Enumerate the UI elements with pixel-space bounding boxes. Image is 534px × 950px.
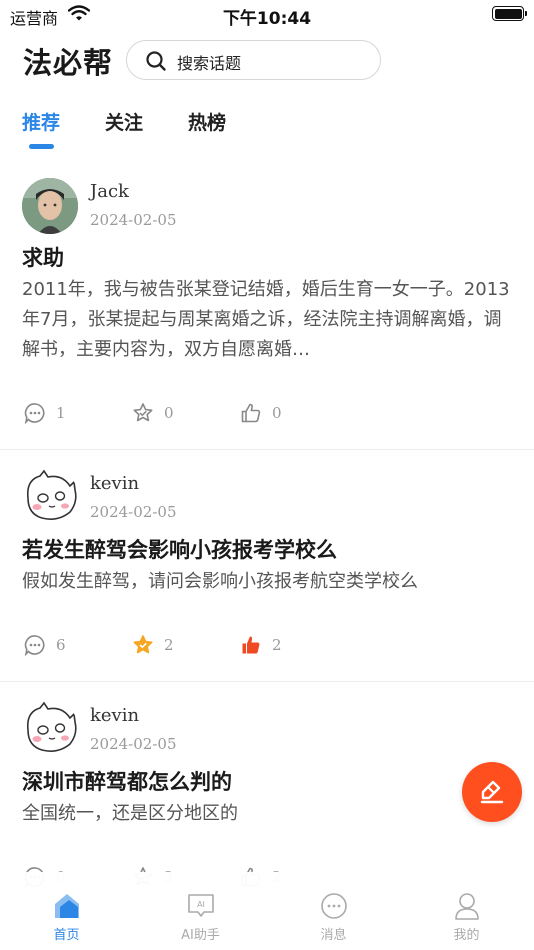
post-body[interactable]: 全国统一，还是区分地区的 [22, 799, 512, 829]
tab-trending[interactable]: 热榜 [188, 108, 226, 135]
username[interactable]: kevin [90, 473, 139, 494]
like-button[interactable]: 2 [240, 634, 282, 656]
favorite-icon [133, 403, 153, 422]
clock: 下午10:44 [222, 9, 312, 29]
divider [0, 449, 534, 450]
like-button[interactable]: 0 [240, 402, 282, 424]
tabbar-label: 我的 [453, 928, 480, 943]
comment-icon [24, 635, 45, 656]
ai-chat-icon: AI [187, 894, 214, 917]
divider [0, 681, 534, 682]
avatar[interactable] [22, 700, 78, 756]
comment-count: 1 [56, 404, 66, 422]
tabbar-label: AI助手 [181, 928, 220, 943]
username[interactable]: Jack [90, 181, 129, 202]
like-count: 0 [272, 404, 282, 422]
favorite-button[interactable]: 2 [132, 634, 174, 656]
search-input[interactable]: 搜索话题 [126, 40, 381, 80]
svg-text:AI: AI [197, 900, 205, 909]
compose-button[interactable] [462, 762, 522, 822]
avatar[interactable] [22, 178, 78, 234]
tab-indicator [29, 144, 54, 149]
bottom-tab-bar: 首页 AI AI助手 消息 我的 [0, 872, 534, 950]
post-body[interactable]: 2011年，我与被告张某登记结婚，婚后生育一女一子。2013年7月，张某提起与周… [22, 275, 512, 365]
message-icon [320, 893, 347, 919]
post-title[interactable]: 若发生醉驾会影响小孩报考学校么 [22, 534, 337, 564]
favorite-button[interactable]: 0 [132, 402, 174, 424]
comment-button[interactable]: 6 [24, 634, 66, 656]
tabbar-ai-assistant[interactable]: AI AI助手 [134, 872, 267, 950]
favorite-count: 0 [164, 404, 174, 422]
tabbar-label: 消息 [320, 928, 347, 943]
comment-icon [24, 403, 45, 424]
tabbar-home[interactable]: 首页 [0, 872, 133, 950]
tabbar-label: 首页 [53, 928, 80, 943]
tabbar-messages[interactable]: 消息 [267, 872, 400, 950]
thumbs-up-icon [242, 636, 260, 654]
like-count: 2 [272, 636, 282, 654]
tab-following[interactable]: 关注 [105, 108, 143, 135]
tabbar-profile[interactable]: 我的 [400, 872, 533, 950]
home-icon [54, 894, 79, 918]
post-title[interactable]: 深圳市醉驾都怎么判的 [22, 766, 232, 796]
post-body[interactable]: 假如发生醉驾，请问会影响小孩报考航空类学校么 [22, 567, 512, 597]
favorite-icon [133, 635, 153, 654]
post-date: 2024-02-05 [90, 503, 177, 521]
app-title: 法必帮 [23, 46, 114, 80]
avatar[interactable] [22, 468, 78, 524]
thumbs-up-icon [241, 403, 261, 423]
battery-icon [492, 6, 527, 21]
favorite-count: 2 [164, 636, 174, 654]
post-title[interactable]: 求助 [22, 242, 64, 272]
search-icon [145, 50, 167, 76]
comment-button[interactable]: 1 [24, 402, 66, 424]
status-bar: 运营商 下午10:44 [0, 0, 534, 30]
edit-icon [480, 780, 504, 804]
post-date: 2024-02-05 [90, 211, 177, 229]
tab-recommended[interactable]: 推荐 [22, 108, 60, 135]
username[interactable]: kevin [90, 705, 139, 726]
post-date: 2024-02-05 [90, 735, 177, 753]
comment-count: 6 [56, 636, 66, 654]
search-placeholder: 搜索话题 [177, 54, 242, 73]
profile-icon [454, 893, 479, 920]
